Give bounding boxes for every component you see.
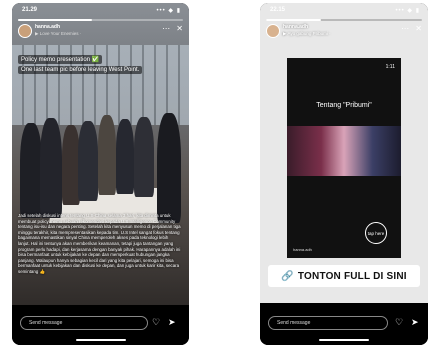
cta-label: TONTON FULL DI SINI xyxy=(297,270,407,282)
person-figure xyxy=(116,119,134,194)
close-icon[interactable]: ✕ xyxy=(176,24,183,33)
person-figure xyxy=(40,118,62,218)
close-icon[interactable]: ✕ xyxy=(415,24,422,33)
story-header-actions: ⋯ ✕ xyxy=(158,24,183,33)
person-figure xyxy=(20,123,42,218)
caption-line-2: One last team pic before leaving West Po… xyxy=(18,66,143,74)
status-icons: ••• ◆ ▮ xyxy=(395,8,420,14)
caption-body-text: Jadi setelah diskusi intens tentang U.S-… xyxy=(18,213,181,274)
story-header: hanna.adh ▶ Ayo gabung Pribumi · ⋯ ✕ xyxy=(266,24,422,40)
story-progress-bar xyxy=(18,19,183,21)
status-icons: ••• ◆ ▮ xyxy=(156,8,181,14)
story-viewer-right: 1:11 Tentang "Pribumi" tap here hanna.ad… xyxy=(260,3,428,345)
caption-line-1: Policy memo presentation ✅ xyxy=(18,55,103,64)
more-options-icon[interactable]: ⋯ xyxy=(401,24,409,33)
story-username[interactable]: hanna.adh xyxy=(283,24,308,30)
status-time: 21.29 xyxy=(22,7,38,13)
home-indicator xyxy=(75,339,126,341)
story-reply-bar: ♡ ➤ xyxy=(12,305,189,345)
video-time: 1:11 xyxy=(385,64,395,70)
send-message-input[interactable] xyxy=(268,316,388,330)
send-icon[interactable]: ➤ xyxy=(168,317,176,328)
video-handle: hanna.adh xyxy=(293,247,312,252)
status-time: 22.15 xyxy=(270,7,286,13)
link-icon: 🔗 xyxy=(281,270,294,282)
send-message-input[interactable] xyxy=(20,316,148,330)
heart-icon[interactable]: ♡ xyxy=(395,317,403,328)
status-bar: 21.29 ••• ◆ ▮ xyxy=(12,7,189,17)
video-preview[interactable]: 1:11 Tentang "Pribumi" tap here hanna.ad… xyxy=(287,58,401,258)
avatar[interactable] xyxy=(266,24,280,38)
story-background: 1:11 Tentang "Pribumi" tap here hanna.ad… xyxy=(260,3,428,303)
tap-here-button[interactable]: tap here xyxy=(365,222,387,244)
person-figure xyxy=(157,113,181,223)
story-username[interactable]: hanna.adh xyxy=(35,24,60,30)
story-progress-fill xyxy=(266,19,321,21)
person-figure xyxy=(98,115,116,195)
watch-full-link-sticker[interactable]: 🔗 TONTON FULL DI SINI xyxy=(268,265,420,287)
story-music-label[interactable]: ▶ Love Your Enemies · xyxy=(35,31,81,37)
story-photo: Policy memo presentation ✅ One last team… xyxy=(12,3,189,308)
avatar[interactable] xyxy=(18,24,32,38)
story-header: hanna.adh ▶ Love Your Enemies · ⋯ ✕ xyxy=(18,24,183,40)
story-header-actions: ⋯ ✕ xyxy=(397,24,422,33)
story-reply-bar: ♡ ➤ xyxy=(260,305,428,345)
story-progress-bar xyxy=(266,19,422,21)
send-icon[interactable]: ➤ xyxy=(411,317,419,328)
more-options-icon[interactable]: ⋯ xyxy=(162,24,170,33)
story-music-label[interactable]: ▶ Ayo gabung Pribumi · xyxy=(283,31,331,37)
video-thumbnail xyxy=(287,126,401,176)
person-figure xyxy=(134,117,154,197)
video-title: Tentang "Pribumi" xyxy=(316,102,372,109)
person-figure xyxy=(78,121,98,201)
home-indicator xyxy=(319,339,369,341)
story-progress-fill xyxy=(18,19,93,21)
status-bar: 22.15 ••• ◆ ▮ xyxy=(260,7,428,17)
heart-icon[interactable]: ♡ xyxy=(152,317,160,328)
story-viewer-left: Policy memo presentation ✅ One last team… xyxy=(12,3,189,345)
